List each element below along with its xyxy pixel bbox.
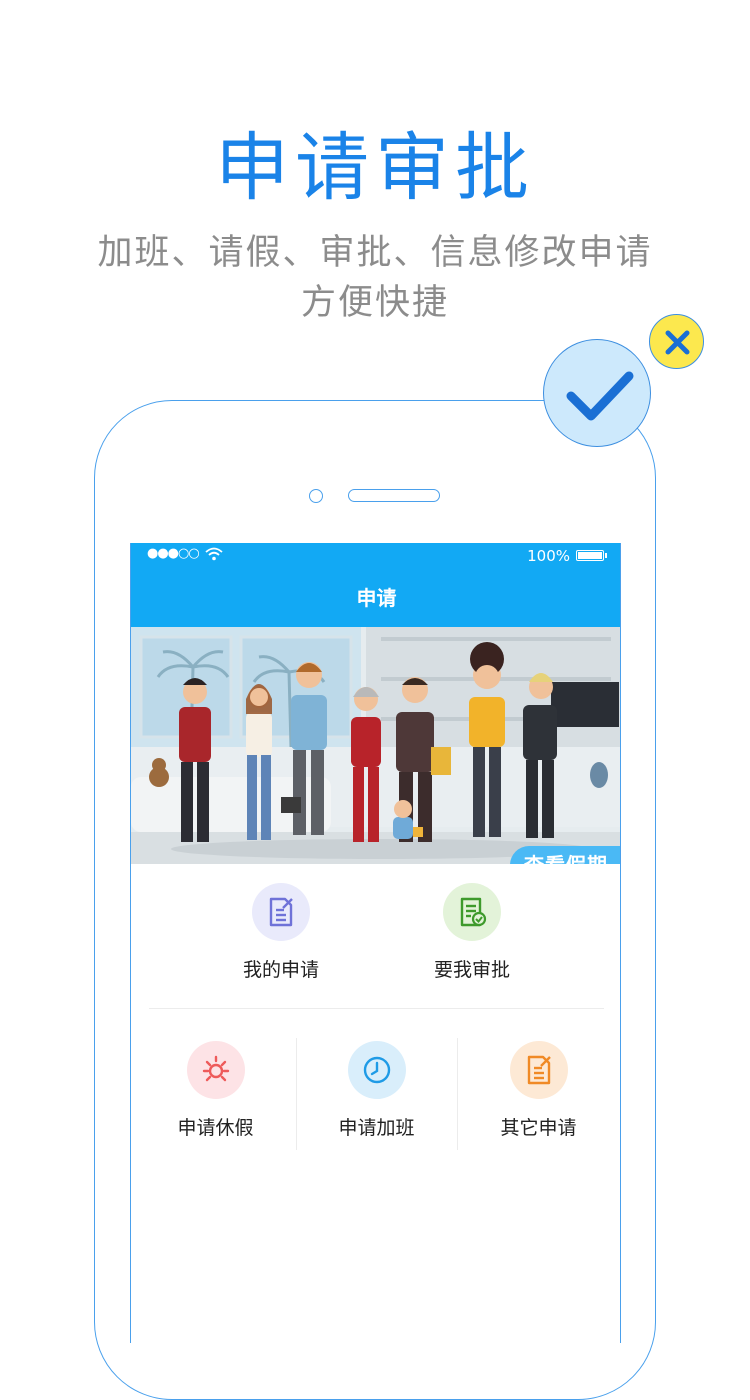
- grid-item-label: 申请休假: [177, 1117, 254, 1139]
- document-check-icon: [443, 883, 501, 941]
- banner-image[interactable]: 查看假期: [131, 627, 620, 864]
- grid-divider: [149, 1008, 604, 1009]
- grid-item-my-applications[interactable]: 我的申请: [201, 883, 361, 982]
- promo-subline-2: 方便快捷: [300, 283, 449, 323]
- battery-icon: [576, 550, 607, 561]
- grid-item-apply-leave[interactable]: 申请休假: [134, 1041, 297, 1140]
- primary-grid: 我的申请 要我审批: [131, 883, 620, 1008]
- banner-illustration: [131, 627, 620, 864]
- view-vacation-button[interactable]: 查看假期: [510, 846, 620, 864]
- clock-icon: [347, 1041, 406, 1099]
- signal-icon: ●●●○○: [147, 546, 200, 561]
- promo-subline: 加班、请假、审批、信息修改申请: [97, 233, 653, 273]
- grid-item-label: 要我审批: [433, 959, 510, 981]
- app-screen: ●●●○○ 100% 申请 我的申请 要我审批 申请休假 申请加班 其它申请: [130, 543, 621, 1343]
- secondary-grid: 申请休假 申请加班 其它申请: [131, 1041, 620, 1161]
- grid-item-pending-approvals[interactable]: 要我审批: [392, 883, 552, 982]
- status-bar: ●●●○○ 100%: [131, 543, 620, 569]
- close-icon: [665, 330, 690, 355]
- close-badge: [649, 314, 704, 369]
- checkmark-badge: [543, 339, 651, 447]
- document-edit-icon: [509, 1041, 568, 1099]
- grid-item-other-applications[interactable]: 其它申请: [457, 1041, 620, 1140]
- nav-title: 申请: [131, 569, 620, 627]
- grid-item-label: 其它申请: [500, 1117, 577, 1139]
- phone-speaker: [348, 489, 440, 502]
- grid-divider-vertical: [457, 1038, 458, 1150]
- grid-item-label: 我的申请: [242, 959, 319, 981]
- document-edit-icon: [252, 883, 310, 941]
- wifi-icon: [205, 547, 223, 565]
- battery-percent: 100%: [527, 547, 570, 565]
- grid-item-label: 申请加班: [338, 1117, 415, 1139]
- sun-icon: [186, 1041, 245, 1099]
- grid-item-apply-overtime[interactable]: 申请加班: [295, 1041, 458, 1140]
- checkmark-icon: [566, 371, 634, 421]
- phone-camera: [309, 489, 323, 503]
- promo-headline: 申请审批: [215, 125, 535, 211]
- grid-divider-vertical: [296, 1038, 297, 1150]
